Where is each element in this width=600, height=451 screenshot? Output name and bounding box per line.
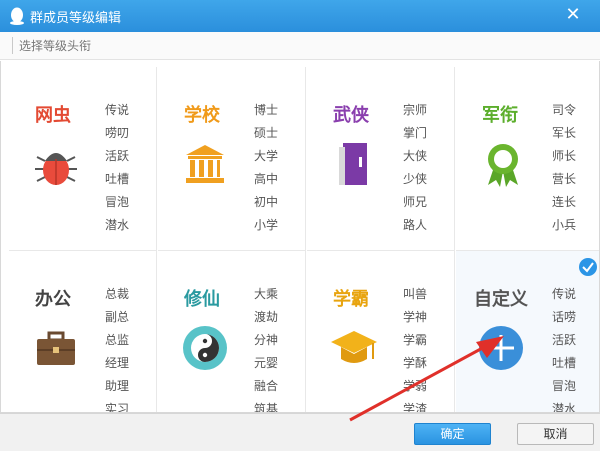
level-list: 博士 硕士 大学 高中 初中 小学 — [254, 99, 278, 237]
level-item: 初中 — [254, 195, 279, 209]
category-title: 网虫 — [35, 105, 71, 126]
close-button[interactable]: ✕ — [548, 1, 598, 29]
level-item: 唠叨 — [105, 126, 130, 140]
level-item: 经理 — [105, 356, 130, 370]
level-item: 司令 — [552, 103, 577, 117]
category-title: 学霸 — [333, 289, 369, 310]
check-circle-icon — [579, 258, 597, 276]
level-item: 分神 — [254, 333, 279, 347]
level-item: 潜水 — [105, 218, 130, 232]
category-xueba[interactable]: 学霸 叫兽 学神 学霸 学酥 学弱 学渣 — [307, 251, 455, 413]
level-item: 师兄 — [403, 195, 428, 209]
level-item: 总裁 — [105, 287, 130, 301]
category-xiuxian[interactable]: 修仙 大乘 渡劫 分神 元婴 融合 筑基 — [158, 251, 306, 413]
category-xuexiao[interactable]: 学校 博士 硕士 大学 高中 初中 小学 — [158, 67, 306, 251]
subheader-label: 选择等级头衔 — [12, 37, 91, 54]
level-item: 硕士 — [254, 126, 279, 140]
cancel-button[interactable]: 取消 — [517, 423, 594, 445]
category-title: 军衔 — [482, 105, 518, 126]
level-item: 吐槽 — [105, 172, 130, 186]
category-title: 学校 — [184, 105, 220, 126]
level-item: 筑基 — [254, 402, 279, 413]
level-item: 小学 — [254, 218, 279, 232]
level-list: 叫兽 学神 学霸 学酥 学弱 学渣 — [403, 283, 428, 413]
level-list: 司令 军长 师长 营长 连长 小兵 — [552, 99, 576, 237]
level-item: 传说 — [105, 103, 130, 117]
level-list: 传说 话唠 活跃 吐槽 冒泡 潜水 — [552, 283, 577, 413]
category-title: 办公 — [35, 289, 71, 310]
level-item: 活跃 — [552, 333, 577, 347]
level-item: 副总 — [105, 310, 130, 324]
level-item: 助理 — [105, 379, 130, 393]
book-icon — [339, 143, 367, 185]
level-item: 元婴 — [254, 356, 279, 370]
school-building-icon — [186, 145, 224, 183]
subheader: 选择等级头衔 — [0, 32, 600, 60]
category-title: 自定义 — [474, 289, 528, 310]
level-list: 总裁 副总 总监 经理 助理 实习 — [105, 283, 130, 413]
level-item: 叫兽 — [403, 287, 428, 301]
category-wuxia[interactable]: 武侠 宗师 掌门 大侠 少侠 师兄 路人 — [307, 67, 455, 251]
briefcase-icon — [37, 331, 75, 365]
level-item: 渡劫 — [254, 310, 279, 324]
level-item: 大侠 — [403, 149, 428, 163]
level-item: 话唠 — [552, 310, 577, 324]
level-item: 冒泡 — [552, 379, 577, 393]
level-list: 宗师 掌门 大侠 少侠 师兄 路人 — [403, 99, 427, 237]
level-grid: 网虫 传说 唠叨 活跃 吐槽 冒泡 潜水 学校 博士 硕士 大学 高中 初中 小… — [0, 61, 600, 413]
bug-icon — [35, 153, 77, 185]
level-item: 冒泡 — [105, 195, 130, 209]
level-item: 传说 — [552, 287, 577, 301]
level-item: 融合 — [254, 379, 279, 393]
level-item: 少侠 — [403, 172, 428, 186]
category-title: 武侠 — [333, 105, 369, 126]
qq-penguin-icon — [10, 7, 24, 25]
category-bangong[interactable]: 办公 总裁 副总 总监 经理 助理 实习 — [9, 251, 157, 413]
level-item: 师长 — [552, 149, 577, 163]
category-junxian[interactable]: 军衔 司令 军长 师长 营长 连长 小兵 — [456, 67, 599, 251]
add-circle-icon — [479, 326, 523, 370]
level-list: 大乘 渡劫 分神 元婴 融合 筑基 — [254, 283, 279, 413]
dialog-footer: 确定 取消 — [0, 413, 600, 451]
level-item: 学霸 — [403, 333, 428, 347]
window-title: 群成员等级编辑 — [30, 11, 122, 26]
yin-yang-icon — [183, 326, 227, 370]
category-title: 修仙 — [184, 289, 220, 310]
level-item: 博士 — [254, 103, 279, 117]
category-custom[interactable]: 自定义 传说 话唠 活跃 吐槽 冒泡 潜水 — [456, 251, 599, 413]
level-item: 总监 — [105, 333, 130, 347]
confirm-button[interactable]: 确定 — [414, 423, 491, 445]
category-wangchong[interactable]: 网虫 传说 唠叨 活跃 吐槽 冒泡 潜水 — [9, 67, 157, 251]
title-bar: 群成员等级编辑 ✕ — [0, 0, 600, 32]
level-item: 实习 — [105, 402, 130, 413]
level-item: 路人 — [403, 218, 428, 232]
level-item: 宗师 — [403, 103, 428, 117]
level-item: 小兵 — [552, 218, 577, 232]
level-item: 学渣 — [403, 402, 428, 413]
level-item: 大乘 — [254, 287, 279, 301]
level-item: 活跃 — [105, 149, 130, 163]
graduation-cap-icon — [331, 331, 377, 363]
level-item: 掌门 — [403, 126, 428, 140]
level-item: 学神 — [403, 310, 428, 324]
level-item: 军长 — [552, 126, 577, 140]
medal-icon — [488, 144, 518, 187]
level-item: 学酥 — [403, 356, 428, 370]
level-item: 大学 — [254, 149, 279, 163]
level-item: 营长 — [552, 172, 577, 186]
level-item: 高中 — [254, 172, 279, 186]
level-item: 学弱 — [403, 379, 428, 393]
level-item: 潜水 — [552, 402, 577, 413]
level-item: 连长 — [552, 195, 577, 209]
level-item: 吐槽 — [552, 356, 577, 370]
level-list: 传说 唠叨 活跃 吐槽 冒泡 潜水 — [105, 99, 129, 237]
